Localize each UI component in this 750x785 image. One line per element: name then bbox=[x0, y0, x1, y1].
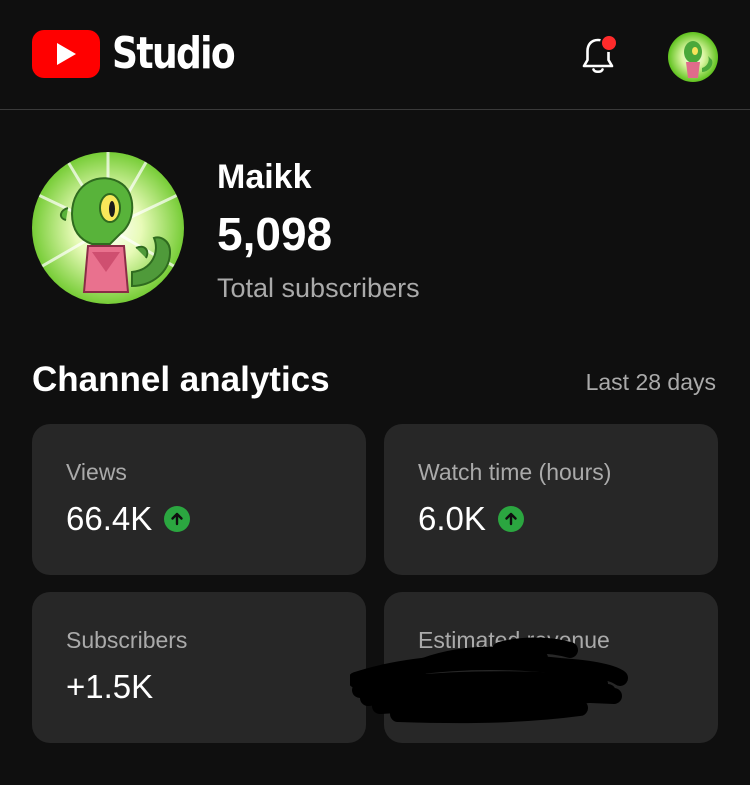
redaction-scribble bbox=[350, 637, 628, 724]
trend-up-icon bbox=[164, 506, 191, 532]
channel-analytics-title: Channel analytics bbox=[32, 360, 330, 399]
analytics-period[interactable]: Last 28 days bbox=[586, 369, 716, 396]
views-label: Views bbox=[66, 459, 127, 485]
top-app-bar: Studio bbox=[0, 0, 750, 110]
views-card[interactable]: Views 66.4K bbox=[32, 424, 366, 575]
watch-time-card[interactable]: Watch time (hours) 6.0K bbox=[384, 424, 718, 575]
notification-badge bbox=[600, 34, 618, 52]
subscribers-card[interactable]: Subscribers +1.5K bbox=[32, 592, 366, 743]
views-value: 66.4K bbox=[66, 500, 153, 537]
total-subscribers-label: Total subscribers bbox=[217, 273, 420, 303]
account-avatar[interactable] bbox=[668, 32, 718, 82]
estimated-revenue-card[interactable]: Estimated revenue bbox=[350, 592, 718, 743]
watch-time-value: 6.0K bbox=[418, 500, 486, 537]
subscribers-label: Subscribers bbox=[66, 627, 188, 653]
total-subscriber-count: 5,098 bbox=[217, 208, 333, 260]
notifications-button[interactable] bbox=[574, 32, 622, 80]
channel-avatar[interactable] bbox=[32, 152, 184, 304]
app-name: Studio bbox=[112, 28, 236, 79]
studio-dashboard: Studio Maikk 5,098 Total subscribers Cha… bbox=[0, 0, 750, 785]
studio-logo[interactable]: Studio bbox=[32, 28, 261, 79]
subscribers-value: +1.5K bbox=[66, 668, 154, 705]
trend-up-icon bbox=[497, 506, 524, 532]
channel-name: Maikk bbox=[217, 158, 312, 196]
watch-time-label: Watch time (hours) bbox=[418, 459, 612, 485]
youtube-play-icon bbox=[32, 29, 100, 78]
